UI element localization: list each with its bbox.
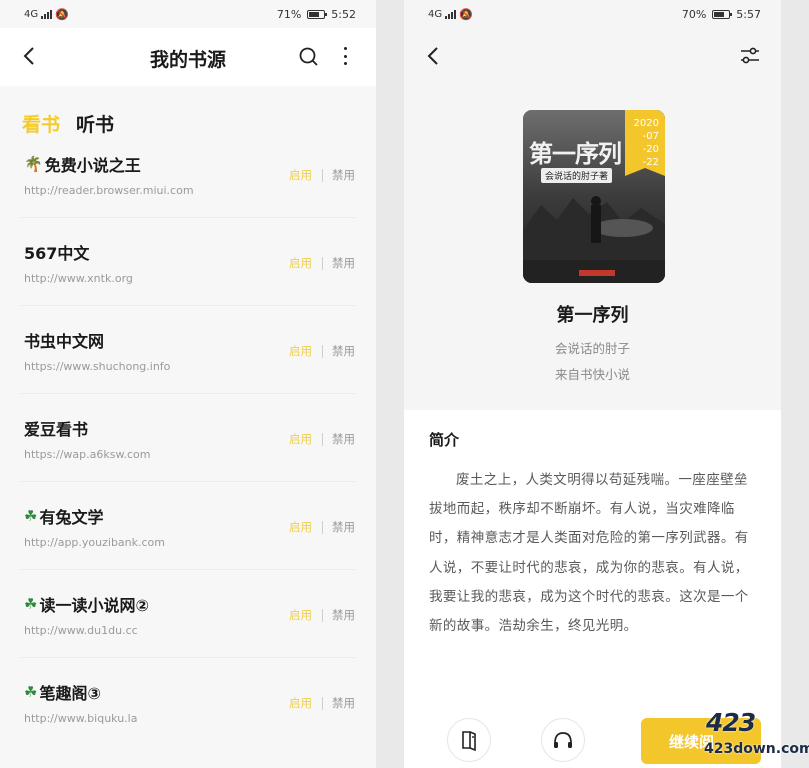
book-header: 2020 -07 -20 -22 第一序列 会说话的肘子著 第一序列 会说话的肘…: [404, 88, 781, 403]
watermark-logo: 423: [706, 708, 756, 737]
disable-button[interactable]: 禁用: [332, 431, 355, 447]
more-menu-icon[interactable]: [338, 44, 352, 68]
status-bar: 4G 🔕 70% 5:57: [404, 0, 781, 28]
network-label: 4G: [24, 9, 39, 20]
divider: [322, 344, 323, 358]
enable-button[interactable]: 启用: [289, 431, 312, 447]
disable-button[interactable]: 禁用: [332, 167, 355, 183]
back-arrow-icon[interactable]: [424, 46, 444, 66]
divider: [20, 393, 356, 394]
enable-button[interactable]: 启用: [289, 695, 312, 711]
tab-read[interactable]: 看书: [22, 110, 60, 137]
source-url: https://www.shuchong.info: [24, 360, 171, 373]
source-name: 爱豆看书: [24, 420, 89, 439]
disable-button[interactable]: 禁用: [332, 519, 355, 535]
source-item[interactable]: ☘ 读一读小说网② http://www.du1du.cc 启用 禁用: [0, 590, 376, 678]
disable-button[interactable]: 禁用: [332, 255, 355, 271]
cover-title: 第一序列: [529, 140, 622, 168]
enable-button[interactable]: 启用: [289, 167, 312, 183]
status-time: 5:57: [736, 8, 761, 21]
source-name: 书虫中文网: [24, 332, 105, 351]
tab-bar: 看书 听书: [22, 110, 114, 137]
book-author: 会说话的肘子: [554, 341, 630, 356]
mute-bell-icon: 🔕: [459, 8, 473, 21]
search-icon[interactable]: [298, 46, 320, 68]
clover-icon: ☘: [24, 683, 38, 701]
source-url: http://www.du1du.cc: [24, 624, 138, 637]
source-url: http://www.biquku.la: [24, 712, 138, 725]
enable-button[interactable]: 启用: [289, 607, 312, 623]
cover-author: 会说话的肘子著: [541, 168, 613, 183]
signal-icon: [41, 10, 53, 19]
mute-bell-icon: 🔕: [55, 8, 69, 21]
source-list-screen: 4G 🔕 71% 5:52 我的书源 看书 听书 🌴 免费小说之王 http://…: [0, 0, 376, 768]
source-item[interactable]: 爱豆看书 https://wap.a6ksw.com 启用 禁用: [0, 414, 376, 502]
divider: [322, 696, 323, 710]
network-label: 4G: [428, 9, 443, 20]
disable-button[interactable]: 禁用: [332, 607, 355, 623]
source-name: 567中文: [24, 244, 90, 263]
source-name: 有兔文学: [39, 508, 104, 527]
battery-icon: [307, 10, 328, 19]
divider: [322, 432, 323, 446]
book-title: 第一序列: [556, 305, 629, 326]
clover-icon: ☘: [24, 595, 38, 613]
watermark-text: 423down.com: [704, 741, 809, 757]
headphones-icon: [554, 732, 572, 748]
source-url: http://reader.browser.miui.com: [24, 184, 194, 197]
book-source: 来自书快小说: [554, 367, 630, 382]
enable-button[interactable]: 启用: [289, 343, 312, 359]
disable-button[interactable]: 禁用: [332, 343, 355, 359]
top-app-bar: 我的书源: [0, 28, 376, 86]
source-list: 🌴 免费小说之王 http://reader.browser.miui.com 启…: [0, 150, 376, 766]
book-detail-screen: 4G 🔕 70% 5:57 2020 -07 -20 -22 第一序列 会说话的…: [404, 0, 781, 768]
divider: [20, 217, 356, 218]
source-url: http://app.youzibank.com: [24, 536, 165, 549]
synopsis-text: 废土之上，人类文明得以苟延残喘。一座座壁垒拔地而起，秩序却不断崩坏。有人说，当灾…: [429, 472, 749, 635]
enable-button[interactable]: 启用: [289, 255, 312, 271]
divider: [322, 520, 323, 534]
bookmark-button[interactable]: [447, 718, 491, 762]
source-item[interactable]: 🌴 免费小说之王 http://reader.browser.miui.com 启…: [0, 150, 376, 238]
status-time: 5:52: [331, 8, 356, 21]
top-app-bar: [404, 28, 781, 88]
book-icon: [462, 731, 476, 751]
disable-button[interactable]: 禁用: [332, 695, 355, 711]
battery-icon: [712, 10, 733, 19]
divider: [322, 256, 323, 270]
settings-sliders-icon[interactable]: [739, 46, 761, 66]
signal-icon: [445, 10, 457, 19]
source-item[interactable]: 567中文 http://www.xntk.org 启用 禁用: [0, 238, 376, 326]
watermark: 423 423down.com: [700, 708, 809, 768]
synopsis-heading: 简介: [429, 431, 460, 449]
listen-button[interactable]: [541, 718, 585, 762]
cover-date: 2020 -07 -20 -22: [633, 118, 659, 168]
source-item[interactable]: 书虫中文网 https://www.shuchong.info 启用 禁用: [0, 326, 376, 414]
source-name: 免费小说之王: [44, 156, 141, 175]
book-cover[interactable]: 2020 -07 -20 -22 第一序列 会说话的肘子著: [523, 110, 665, 283]
source-url: https://wap.a6ksw.com: [24, 448, 151, 461]
divider: [20, 481, 356, 482]
divider: [322, 168, 323, 182]
enable-button[interactable]: 启用: [289, 519, 312, 535]
divider: [20, 569, 356, 570]
source-item[interactable]: ☘ 笔趣阁③ http://www.biquku.la 启用 禁用: [0, 678, 376, 766]
palm-tree-icon: 🌴: [24, 155, 43, 173]
divider: [20, 305, 356, 306]
tab-listen[interactable]: 听书: [76, 110, 114, 137]
battery-percent: 71%: [276, 8, 302, 21]
clover-icon: ☘: [24, 507, 38, 525]
divider: [322, 608, 323, 622]
source-item[interactable]: ☘ 有兔文学 http://app.youzibank.com 启用 禁用: [0, 502, 376, 590]
source-name: 读一读小说网②: [39, 596, 150, 615]
source-url: http://www.xntk.org: [24, 272, 133, 285]
divider: [20, 657, 356, 658]
battery-percent: 70%: [681, 8, 707, 21]
status-bar: 4G 🔕 71% 5:52: [0, 0, 376, 28]
source-name: 笔趣阁③: [39, 684, 102, 703]
